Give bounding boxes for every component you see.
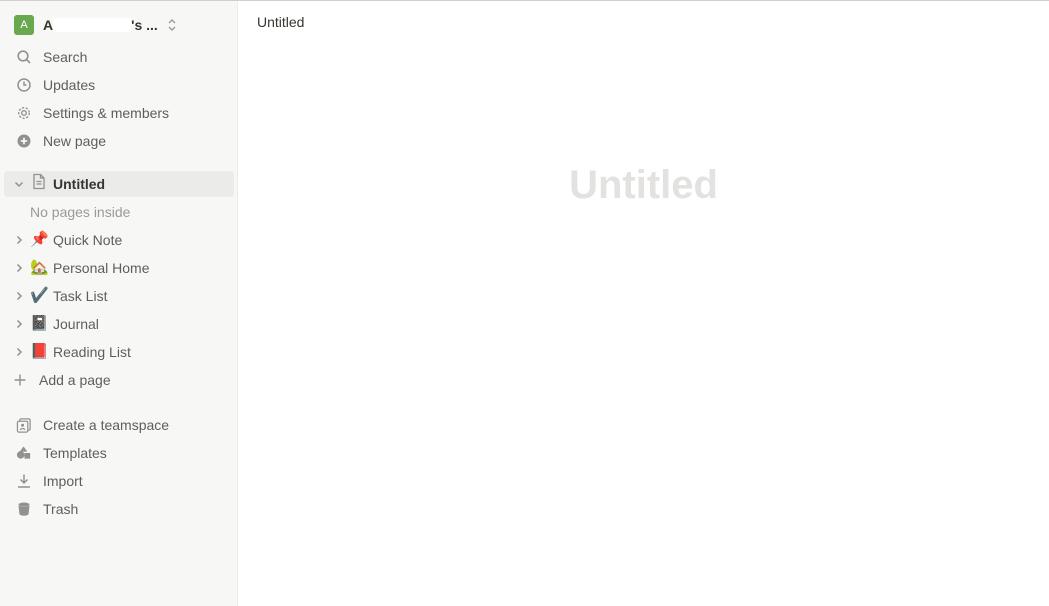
plus-icon [12, 372, 28, 388]
pushpin-icon: 📌 [30, 231, 49, 248]
import-label: Import [43, 473, 83, 489]
notebook-icon: 📓 [30, 315, 49, 332]
plus-circle-icon [16, 133, 32, 149]
trash-icon [16, 501, 32, 517]
page-item-journal[interactable]: 📓 Journal [4, 311, 234, 337]
sidebar-updates[interactable]: Updates [4, 72, 234, 98]
teamspace-icon [16, 417, 32, 433]
page-item-reading-list[interactable]: 📕 Reading List [4, 339, 234, 365]
page-item-label: Quick Note [53, 232, 123, 248]
trash-label: Trash [43, 501, 79, 517]
search-icon [16, 49, 32, 65]
chevron-right-icon[interactable] [13, 290, 25, 302]
chevron-right-icon[interactable] [13, 318, 25, 330]
page-item-untitled[interactable]: Untitled [4, 171, 234, 197]
checkmark-icon: ✔️ [30, 287, 49, 304]
document-icon [30, 173, 48, 195]
clock-icon [16, 77, 32, 93]
sidebar-settings[interactable]: Settings & members [4, 100, 234, 126]
updates-label: Updates [43, 77, 96, 93]
redacted-mask [53, 18, 132, 32]
page-item-label: Untitled [53, 176, 106, 192]
sidebar-search[interactable]: Search [4, 44, 234, 70]
add-page-button[interactable]: Add a page [4, 367, 234, 393]
download-icon [16, 473, 32, 489]
page-item-personal-home[interactable]: 🏡 Personal Home [4, 255, 234, 281]
chevron-up-down-icon [168, 19, 176, 31]
sidebar: A A's ... Search Updates Settings & memb… [0, 1, 238, 606]
settings-label: Settings & members [43, 105, 170, 121]
page-item-label: Personal Home [53, 260, 150, 276]
new-page-label: New page [43, 133, 107, 149]
templates-label: Templates [43, 445, 107, 461]
add-page-label: Add a page [39, 372, 111, 388]
sidebar-import[interactable]: Import [4, 468, 234, 494]
workspace-name: A's ... [43, 17, 158, 33]
chevron-right-icon[interactable] [13, 346, 25, 358]
breadcrumb[interactable]: Untitled [257, 14, 304, 30]
chevron-right-icon[interactable] [13, 234, 25, 246]
chevron-down-icon[interactable] [13, 178, 25, 190]
page-item-label: Reading List [53, 344, 131, 360]
page-title[interactable]: Untitled [238, 163, 1049, 208]
create-teamspace-label: Create a teamspace [43, 417, 170, 433]
sidebar-new-page[interactable]: New page [4, 128, 234, 154]
page-item-label: Journal [53, 316, 99, 332]
red-book-icon: 📕 [30, 343, 49, 360]
workspace-avatar: A [14, 15, 34, 35]
shapes-icon [16, 445, 32, 461]
workspace-switcher[interactable]: A A's ... [14, 15, 234, 35]
sidebar-trash[interactable]: Trash [4, 496, 234, 522]
sidebar-create-teamspace[interactable]: Create a teamspace [4, 412, 234, 438]
page-item-label: Task List [53, 288, 108, 304]
house-icon: 🏡 [30, 259, 49, 276]
sidebar-templates[interactable]: Templates [4, 440, 234, 466]
chevron-right-icon[interactable] [13, 262, 25, 274]
no-pages-text: No pages inside [30, 204, 131, 220]
page-item-quick-note[interactable]: 📌 Quick Note [4, 227, 234, 253]
page-item-task-list[interactable]: ✔️ Task List [4, 283, 234, 309]
gear-icon [16, 105, 32, 121]
search-label: Search [43, 49, 88, 65]
